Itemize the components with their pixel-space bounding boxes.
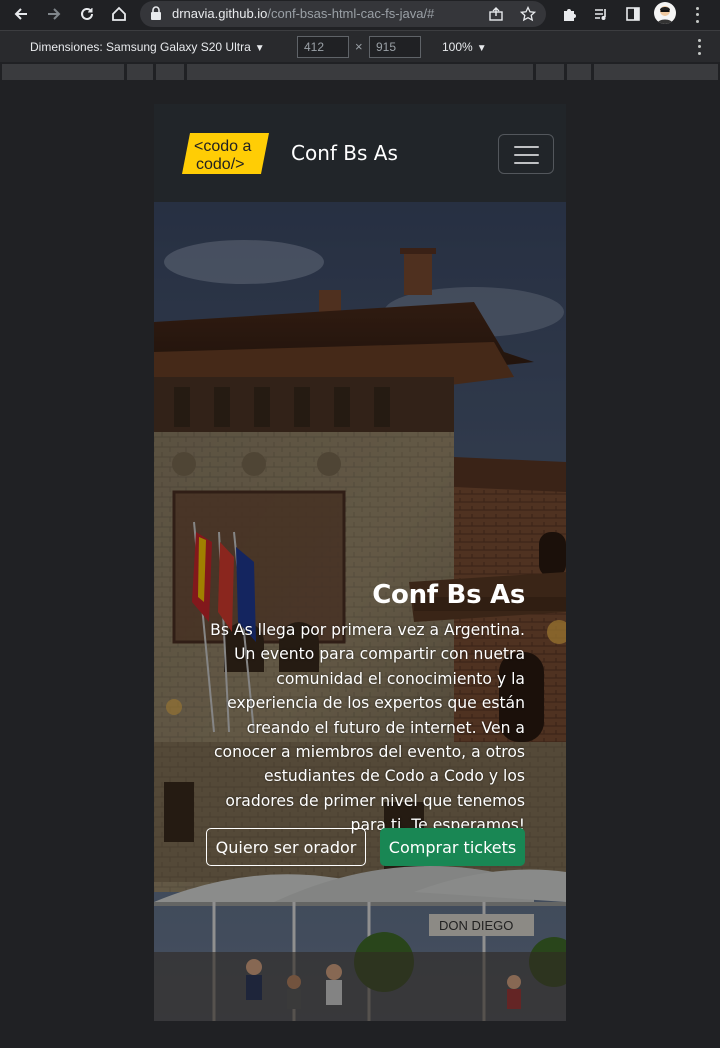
- buy-tickets-button[interactable]: Comprar tickets: [380, 828, 525, 866]
- lock-icon: [150, 6, 162, 25]
- reload-icon[interactable]: [76, 3, 98, 25]
- ruler-segment[interactable]: [536, 64, 564, 80]
- ruler-segment[interactable]: [156, 64, 184, 80]
- home-icon[interactable]: [108, 3, 130, 25]
- ruler-segment[interactable]: [2, 64, 124, 80]
- hero-content: Conf Bs As Bs As llega por primera vez a…: [195, 580, 525, 838]
- site-brand[interactable]: Conf Bs As: [291, 141, 398, 165]
- hamburger-icon-line: [514, 154, 539, 156]
- address-bar[interactable]: drnavia.github.io/conf-bsas-html-cac-fs-…: [140, 1, 546, 27]
- device-select[interactable]: Dimensiones: Samsung Galaxy S20 Ultra ▼: [30, 40, 265, 54]
- share-icon[interactable]: [486, 4, 506, 24]
- speaker-signup-button[interactable]: Quiero ser orador: [206, 828, 366, 866]
- browser-menu-icon[interactable]: [690, 5, 704, 25]
- ruler-segment[interactable]: [187, 64, 533, 80]
- width-input[interactable]: 412: [297, 36, 349, 58]
- ruler-segment[interactable]: [127, 64, 153, 80]
- ruler-segment[interactable]: [567, 64, 591, 80]
- dropdown-caret-icon: ▼: [476, 43, 487, 54]
- svg-text:codo/>: codo/>: [196, 156, 244, 173]
- media-controls-icon[interactable]: [590, 3, 612, 25]
- height-input[interactable]: 915: [369, 36, 421, 58]
- device-toolbar: Dimensiones: Samsung Galaxy S20 Ultra ▼ 4…: [0, 30, 720, 62]
- codo-a-codo-logo[interactable]: <codo a codo/>: [182, 133, 269, 174]
- hamburger-icon-line: [514, 162, 539, 164]
- navbar-toggler-button[interactable]: [498, 134, 554, 174]
- hero-description: Bs As llega por primera vez a Argentina.…: [210, 621, 525, 835]
- extensions-puzzle-icon[interactable]: [558, 3, 580, 25]
- dropdown-caret-icon: ▼: [254, 43, 265, 54]
- svg-text:<codo a: <codo a: [194, 138, 251, 155]
- hero-title: Conf Bs As: [372, 580, 525, 610]
- device-viewport: <codo a codo/> Conf Bs As DON DIEGO Conf…: [154, 104, 566, 1021]
- zoom-select[interactable]: 100% ▼: [442, 40, 487, 54]
- profile-avatar[interactable]: [654, 2, 676, 24]
- hamburger-icon: [514, 146, 539, 148]
- site-navbar: <codo a codo/> Conf Bs As: [154, 104, 566, 202]
- times-symbol: ×: [355, 39, 363, 54]
- forward-arrow-icon[interactable]: [43, 3, 65, 25]
- device-options-icon[interactable]: [692, 37, 706, 57]
- url-text: drnavia.github.io/conf-bsas-html-cac-fs-…: [172, 6, 435, 21]
- media-query-ruler: [0, 62, 720, 82]
- hero-buttons: Quiero ser orador Comprar tickets: [206, 828, 525, 866]
- hero-section: DON DIEGO Conf Bs As Bs As llega por pri…: [154, 202, 566, 1021]
- side-panel-icon[interactable]: [622, 3, 644, 25]
- back-arrow-icon[interactable]: [10, 3, 32, 25]
- bookmark-star-icon[interactable]: [518, 4, 538, 24]
- ruler-segment[interactable]: [594, 64, 718, 80]
- browser-toolbar: drnavia.github.io/conf-bsas-html-cac-fs-…: [0, 0, 720, 28]
